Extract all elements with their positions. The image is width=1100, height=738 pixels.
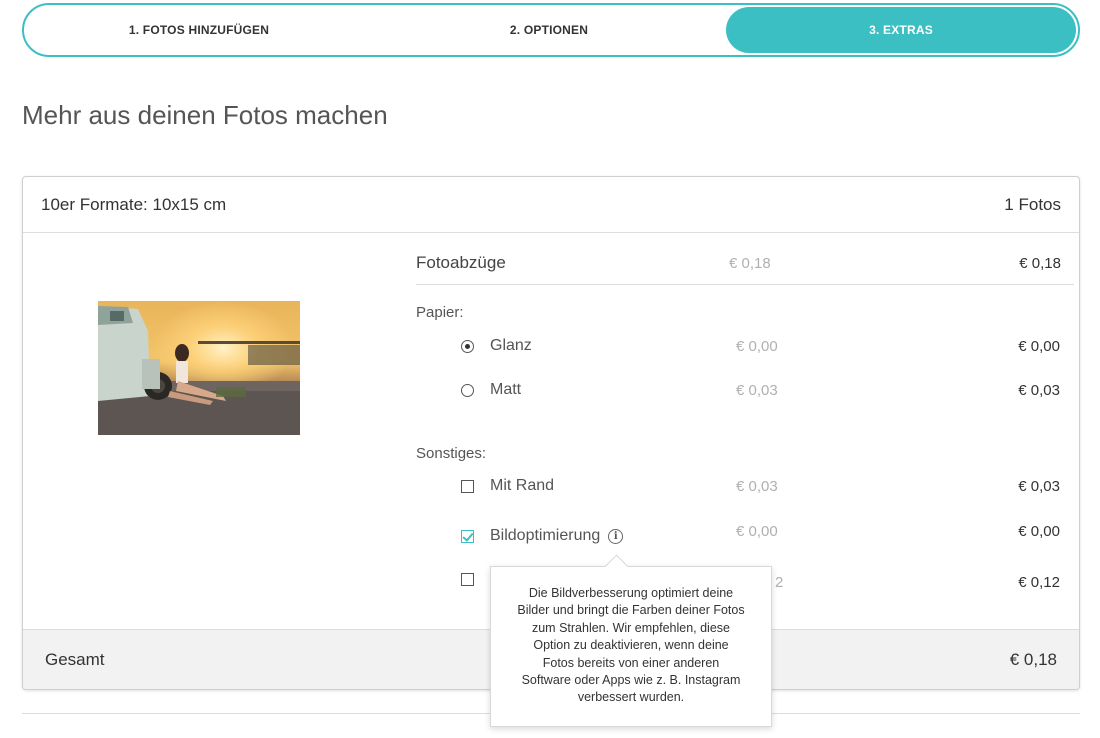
other-option-bildoptimierung[interactable]: Bildoptimierung i (461, 527, 624, 545)
info-icon[interactable]: i (608, 528, 624, 544)
tooltip-line: Option zu deaktivieren, wenn deine (533, 638, 729, 653)
step-extras[interactable]: 3. EXTRAS (726, 7, 1076, 53)
matt-label[interactable]: Matt (490, 381, 521, 399)
step-add-photos[interactable]: 1. FOTOS HINZUFÜGEN (24, 5, 374, 55)
third-option-total: € 0,12 (1018, 574, 1060, 591)
tooltip-line: verbessert wurden. (577, 690, 685, 705)
mit-rand-unit-price: € 0,03 (736, 478, 778, 495)
progress-stepper: 1. FOTOS HINZUFÜGEN 2. OPTIONEN 3. EXTRA… (22, 3, 1080, 57)
prints-unit-price: € 0,18 (729, 254, 771, 272)
prints-total: € 0,18 (1019, 254, 1061, 272)
matt-unit-price: € 0,03 (736, 382, 778, 399)
divider (416, 284, 1074, 285)
tooltip-line: Fotos bereits von einer anderen (542, 655, 720, 670)
prints-row: Fotoabzüge € 0,18 € 0,18 (416, 253, 1074, 273)
bildoptimierung-label[interactable]: Bildoptimierung (490, 527, 600, 545)
paper-option-matt[interactable]: Matt (461, 381, 521, 399)
glanz-label[interactable]: Glanz (490, 337, 532, 355)
matt-total: € 0,03 (1018, 382, 1060, 399)
other-section-label: Sonstiges: (416, 445, 487, 462)
tooltip-line: Die Bildverbesserung optimiert deine (528, 586, 734, 600)
info-tooltip: Die Bildverbesserung optimiert deine Bil… (490, 566, 772, 727)
bildoptimierung-total: € 0,00 (1018, 523, 1060, 540)
mit-rand-total: € 0,03 (1018, 478, 1060, 495)
total-label: Gesamt (45, 649, 105, 669)
prints-label: Fotoabzüge (416, 253, 506, 272)
tooltip-line: zum Strahlen. Wir empfehlen, diese (531, 620, 730, 635)
format-label: 10er Formate: 10x15 cm (41, 194, 227, 214)
matt-radio[interactable] (461, 383, 474, 397)
glanz-total: € 0,00 (1018, 338, 1060, 355)
total-value: € 0,18 (1009, 649, 1057, 669)
glanz-unit-price: € 0,00 (736, 338, 778, 355)
glanz-radio[interactable] (461, 339, 474, 353)
photo-count: 1 Fotos (1004, 194, 1061, 214)
paper-option-glanz[interactable]: Glanz (461, 337, 532, 355)
tooltip-line: Bilder und bringt die Farben deiner Foto… (517, 603, 745, 618)
bildoptimierung-unit-price: € 0,00 (736, 523, 778, 540)
card-header: 10er Formate: 10x15 cm 1 Fotos (23, 177, 1079, 233)
mit-rand-checkbox[interactable] (461, 479, 474, 493)
step-options[interactable]: 2. OPTIONEN (374, 5, 724, 55)
paper-section-label: Papier: (416, 304, 464, 321)
third-option-checkbox[interactable] (461, 573, 474, 586)
mit-rand-label[interactable]: Mit Rand (490, 477, 554, 495)
third-option-unit-price: 2 (775, 574, 784, 591)
photo-thumbnail (98, 301, 300, 435)
other-option-mit-rand[interactable]: Mit Rand (461, 477, 554, 495)
page-title: Mehr aus deinen Fotos machen (22, 100, 388, 130)
bildoptimierung-checkbox[interactable] (461, 529, 474, 543)
other-option-third[interactable] (461, 573, 490, 586)
tooltip-line: Software oder Apps wie z. B. Instagram (521, 673, 741, 688)
